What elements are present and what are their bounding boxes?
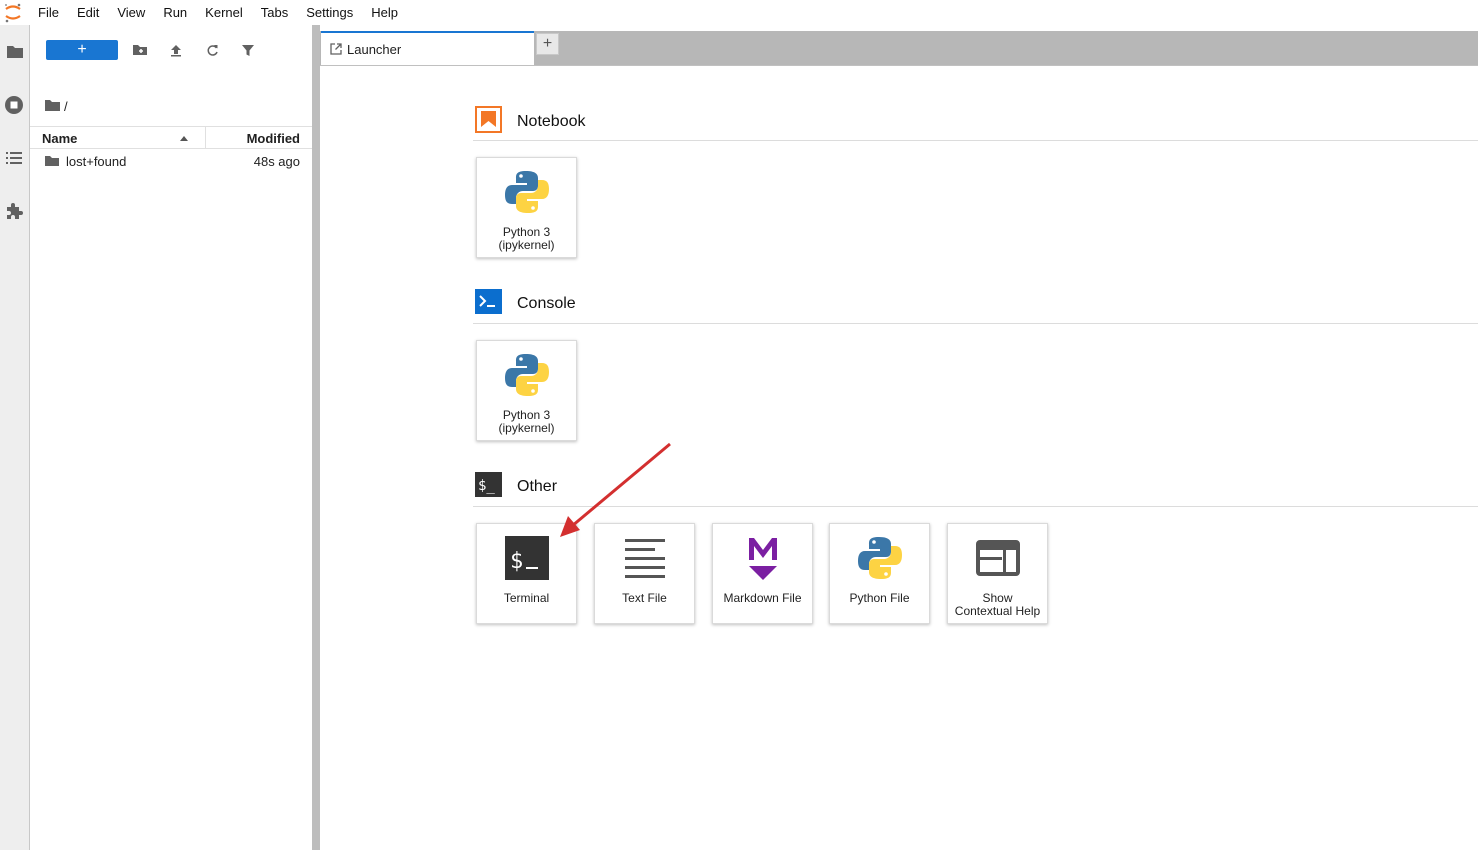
column-name[interactable]: Name: [42, 131, 77, 146]
launcher-card-markdown-file[interactable]: Markdown File: [712, 523, 813, 624]
add-tab-button[interactable]: +: [536, 33, 559, 55]
tab-underline: [320, 65, 1478, 66]
launcher-card-notebook-python3[interactable]: Python 3 (ipykernel): [476, 157, 577, 258]
menu-help[interactable]: Help: [362, 0, 407, 25]
section-console: Console: [475, 289, 576, 319]
menu-settings[interactable]: Settings: [297, 0, 362, 25]
python-icon: [477, 166, 576, 218]
launcher-icon: [330, 43, 342, 55]
python-icon: [830, 532, 929, 584]
section-divider: [473, 323, 1478, 324]
panel-splitter[interactable]: [312, 25, 320, 850]
launcher-card-terminal[interactable]: $ Terminal: [476, 523, 577, 624]
new-launcher-button[interactable]: +: [46, 40, 118, 60]
left-activity-bar: [0, 25, 30, 850]
terminal-icon: $: [477, 532, 576, 584]
section-divider: [473, 506, 1478, 507]
text-file-icon: [595, 532, 694, 584]
upload-icon[interactable]: [167, 41, 185, 59]
card-label: Python 3 (ipykernel): [498, 225, 555, 252]
section-other: $_ Other: [475, 472, 557, 502]
toc-icon[interactable]: [4, 148, 24, 168]
folder-icon: [45, 154, 59, 169]
extension-icon[interactable]: [4, 201, 24, 221]
launcher-card-contextual-help[interactable]: Show Contextual Help: [947, 523, 1048, 624]
menu-kernel[interactable]: Kernel: [196, 0, 252, 25]
card-label: Python File: [849, 591, 910, 605]
new-folder-icon[interactable]: [131, 41, 149, 59]
jupyter-logo-icon[interactable]: [0, 0, 28, 25]
breadcrumb-root[interactable]: /: [64, 99, 68, 114]
svg-text:$: $: [510, 549, 523, 574]
section-title: Other: [517, 478, 558, 495]
file-modified: 48s ago: [253, 154, 300, 169]
breadcrumb-folder-icon[interactable]: [45, 99, 60, 114]
card-label: Markdown File: [723, 591, 802, 605]
tab-launcher[interactable]: Launcher: [321, 31, 534, 65]
menu-bar: File Edit View Run Kernel Tabs Settings …: [0, 0, 1478, 25]
file-listing-header: Name Modified: [30, 126, 312, 149]
launcher-card-text-file[interactable]: Text File: [594, 523, 695, 624]
card-label: Show Contextual Help: [954, 591, 1041, 618]
file-browser-toolbar: +: [30, 25, 312, 75]
menu-tabs[interactable]: Tabs: [252, 0, 297, 25]
launcher-card-python-file[interactable]: Python File: [829, 523, 930, 624]
notebook-icon: [475, 106, 502, 138]
sort-ascending-icon: [180, 136, 188, 141]
contextual-help-icon: [948, 532, 1047, 584]
menu-file[interactable]: File: [28, 0, 68, 25]
markdown-icon: [713, 532, 812, 584]
tab-bar: Launcher +: [320, 31, 1478, 65]
folder-icon[interactable]: [0, 42, 29, 62]
console-icon: [475, 289, 502, 319]
filter-icon[interactable]: [239, 41, 257, 59]
file-name: lost+found: [66, 154, 127, 169]
section-divider: [473, 140, 1478, 141]
list-item[interactable]: lost+found 48s ago: [30, 151, 312, 171]
column-divider[interactable]: [205, 127, 206, 148]
menu-edit[interactable]: Edit: [68, 0, 108, 25]
running-icon[interactable]: [4, 95, 24, 115]
card-label: Terminal: [503, 591, 550, 605]
refresh-icon[interactable]: [203, 41, 221, 59]
menu-run[interactable]: Run: [154, 0, 196, 25]
section-notebook: Notebook: [475, 106, 586, 138]
section-title: Notebook: [517, 113, 586, 130]
launcher-card-console-python3[interactable]: Python 3 (ipykernel): [476, 340, 577, 441]
card-label: Text File: [622, 591, 667, 605]
card-label: Python 3 (ipykernel): [498, 408, 555, 435]
main-area: Launcher + Notebook Python 3 (ipykernel)…: [320, 25, 1478, 850]
file-browser-panel: + / Name Modified lost+found 48s ago: [30, 25, 312, 850]
column-modified[interactable]: Modified: [247, 131, 300, 146]
section-title: Console: [517, 295, 576, 312]
tab-label: Launcher: [347, 41, 402, 57]
menu-view[interactable]: View: [108, 0, 154, 25]
breadcrumb: /: [45, 99, 68, 114]
other-terminal-icon: $_: [475, 472, 502, 502]
svg-text:$_: $_: [478, 478, 495, 494]
python-icon: [477, 349, 576, 401]
